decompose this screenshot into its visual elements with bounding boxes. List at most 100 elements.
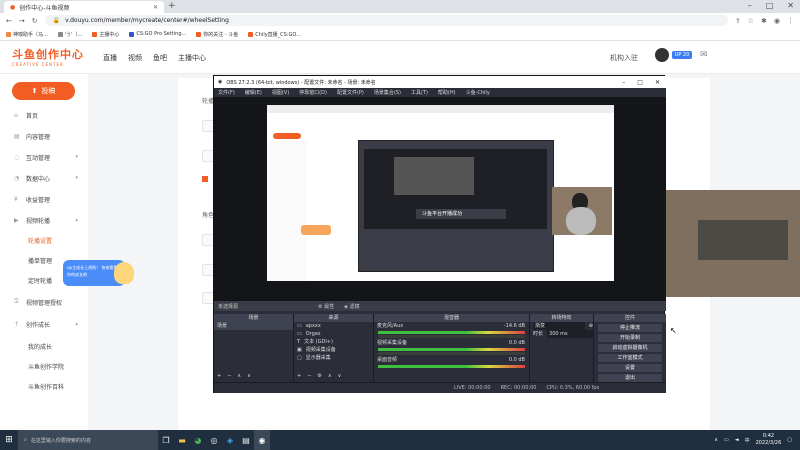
settings-button[interactable]: 设置 [598,364,662,372]
mail-icon[interactable]: ✉ [700,50,708,60]
virtual-camera-button[interactable]: 启动虚拟摄像机 [598,344,662,352]
up-icon[interactable]: ∧ [328,372,332,380]
menu-file[interactable]: 文件(F) [218,89,235,96]
menu-edit[interactable]: 编辑(E) [245,89,262,96]
bookmark-item[interactable]: 神嗅助手（马... [6,31,48,38]
site-logo[interactable]: 斗鱼创作中心 CREATIVE CENTER [12,46,90,68]
up-icon[interactable]: ∧ [237,372,241,380]
tab-close-icon[interactable]: ✕ [153,4,158,11]
publish-button[interactable]: ⬆ 投稿 [12,82,75,100]
bookmark-item[interactable]: Chily直播_CS:GO... [248,31,301,38]
sidebar-item-interaction[interactable]: ◌ 互动管理 ▾ [0,150,88,164]
remove-icon[interactable]: − [227,372,231,380]
obs-preview[interactable]: 斗鱼平台开播成功 [214,97,666,301]
remove-icon[interactable]: − [307,372,311,380]
properties-button[interactable]: ⚙ 属性 [318,303,334,310]
stop-streaming-button[interactable]: 停止推流 [598,324,662,332]
volume-slider[interactable] [378,352,525,355]
sidebar-item-income[interactable]: ¥ 收益管理 [0,192,88,206]
sidebar-item-video-carousel[interactable]: ▶ 视频轮播 ▴ [0,213,88,227]
source-item[interactable]: ▣ 视频采集设备 [294,346,373,354]
close-icon[interactable]: ✕ [787,1,794,10]
menu-view[interactable]: 视图(V) [272,89,289,96]
source-item[interactable]: ▭ apxxx [294,322,373,330]
obs-taskbar-icon[interactable]: ◉ [254,430,270,450]
filters-button[interactable]: ◈ 滤镜 [344,303,359,310]
task-view-icon[interactable]: ❐ [158,430,174,450]
volume-meter [378,331,525,334]
app-icon[interactable]: ▤ [238,430,254,450]
avatar[interactable] [655,48,669,62]
desk-equipment [698,220,788,260]
new-tab-icon[interactable]: + [168,1,176,11]
menu-docks[interactable]: 停靠窗口(D) [299,89,327,96]
sidebar-item-data[interactable]: ◔ 数据中心 ▾ [0,171,88,185]
down-icon[interactable]: ∨ [247,372,251,380]
bookmark-item[interactable]: 'う'（... [57,31,82,38]
menu-douyu[interactable]: 斗鱼-Chily [466,89,490,96]
sidebar-item-my-growth[interactable]: 我的成长 [0,339,88,353]
bookmark-item[interactable]: 主播中心 [92,31,119,38]
bookmark-item[interactable]: 你的关注 - 斗鱼 [196,31,238,38]
close-icon[interactable]: ✕ [655,79,660,86]
url-field[interactable]: 🔒 v.douyu.com/member/mycreate/center#/wh… [44,15,728,26]
start-recording-button[interactable]: 开始录制 [598,334,662,342]
maximize-icon[interactable]: □ [637,79,643,86]
notification-icon[interactable]: ▢ [787,437,792,443]
nav-video[interactable]: 视频 [128,53,142,63]
app-icon[interactable]: ◎ [206,430,222,450]
menu-scene-collection[interactable]: 场景集合(S) [374,89,401,96]
source-item[interactable]: T 文本 (GDI+) [294,338,373,346]
sidebar-item-content[interactable]: ▤ 内容管理 [0,129,88,143]
clock[interactable]: 0:42 2022/3/26 [756,433,782,447]
sidebar-item-wiki[interactable]: 斗鱼创作百科 [0,379,88,393]
chrome-icon[interactable]: ◕ [190,430,206,450]
minimize-icon[interactable]: – [622,79,625,86]
studio-mode-button[interactable]: 工作室模式 [598,354,662,362]
add-icon[interactable]: + [297,372,301,380]
volume-icon[interactable]: ◄ [735,437,739,443]
maximize-icon[interactable]: □ [766,1,774,10]
taskbar-search[interactable]: ⌕ 在这里输入你要搜索的内容 [18,430,158,450]
back-icon[interactable]: ← [6,17,12,25]
down-icon[interactable]: ∨ [338,372,342,380]
star-icon[interactable]: ☆ [748,17,754,25]
duration-input[interactable]: 300 ms [547,330,593,338]
browser-tab[interactable]: ● 创作中心-斗鱼视频 ✕ [4,1,164,13]
share-icon[interactable]: ⇪ [735,17,741,25]
menu-icon[interactable]: ⋮ [787,17,794,25]
steam-icon[interactable]: ◈ [222,430,238,450]
profile-icon[interactable]: ◉ [774,17,780,25]
extension-icon[interactable]: ✱ [761,17,767,25]
network-icon[interactable]: ▭ [724,437,729,443]
add-icon[interactable]: + [217,372,221,380]
nav-fishbar[interactable]: 鱼吧 [153,53,167,63]
file-explorer-icon[interactable]: ▬ [174,430,190,450]
ime-indicator[interactable]: 中 [745,437,750,444]
sidebar-item-authorization[interactable]: ⚿ 视频管理授权 [0,295,88,309]
windows-start-icon[interactable]: ⊞ [0,430,18,450]
gear-icon[interactable]: ⚙ [317,372,321,380]
menu-profile[interactable]: 配置文件(P) [337,89,364,96]
sidebar-item-growth[interactable]: ↑ 创作成长 ▴ [0,317,88,331]
exit-button[interactable]: 退出 [598,374,662,382]
volume-slider[interactable] [378,335,525,338]
sidebar-item-home[interactable]: ⌂ 首页 [0,108,88,122]
tray-up-icon[interactable]: ∧ [714,437,718,443]
nav-live[interactable]: 直播 [103,53,117,63]
forward-icon[interactable]: → [19,17,25,25]
menu-help[interactable]: 帮助(H) [438,89,456,96]
sidebar-item-academy[interactable]: 斗鱼创作学院 [0,359,88,373]
nav-anchor-center[interactable]: 主播中心 [178,53,206,63]
source-item[interactable]: ▭ Orgas [294,330,373,338]
rec-status: REC: 00:00:00 [500,385,537,391]
scene-item[interactable]: 场景 [214,322,293,330]
minimize-icon[interactable]: – [748,1,752,10]
transition-select[interactable]: 渐变 ⊕ [530,322,593,330]
reload-icon[interactable]: ↻ [32,17,38,25]
bookmark-item[interactable]: CS:GO Pro Setting... [129,31,186,37]
menu-tools[interactable]: 工具(T) [411,89,428,96]
org-join-link[interactable]: 机构入驻 [610,53,638,63]
source-item[interactable]: ▢ 显示器采集 [294,354,373,362]
sidebar-item-carousel-settings[interactable]: 轮播设置 [0,233,88,247]
